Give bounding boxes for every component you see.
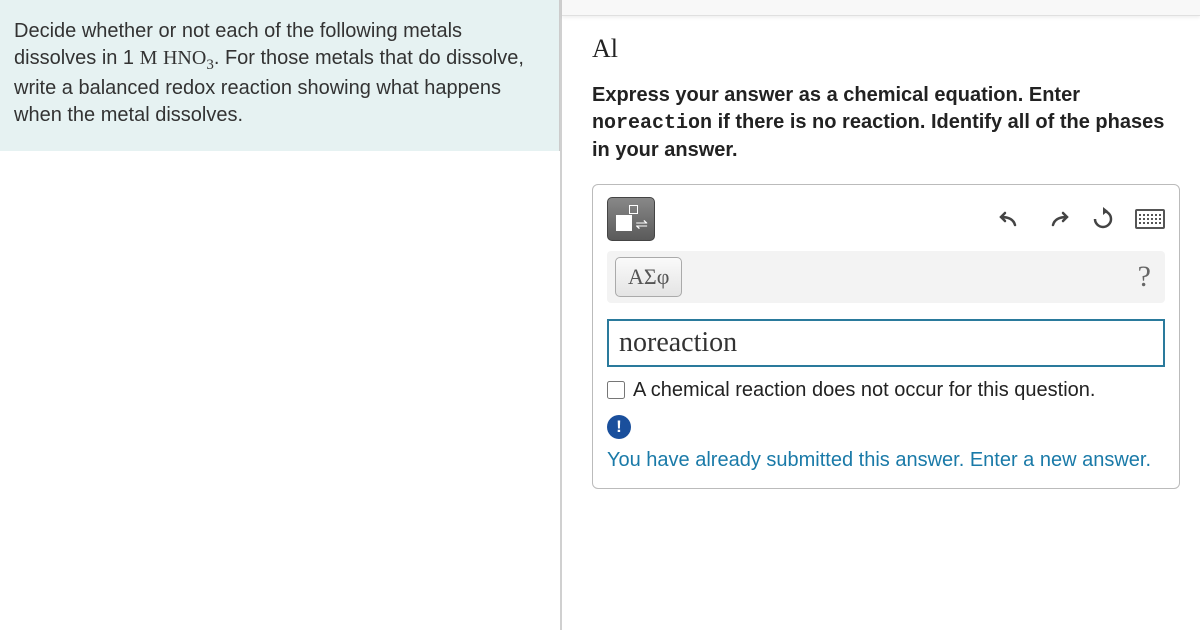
formula-m: M xyxy=(140,47,158,69)
undo-button[interactable] xyxy=(997,205,1025,233)
equation-editor: ⇌ ΑΣφ ? xyxy=(592,184,1180,489)
help-button[interactable]: ? xyxy=(1138,260,1157,294)
instr-mono: noreaction xyxy=(592,112,712,135)
formula-sub: 3 xyxy=(206,57,214,73)
reset-button[interactable] xyxy=(1089,205,1117,233)
answer-input[interactable] xyxy=(607,319,1165,367)
no-reaction-row: A chemical reaction does not occur for t… xyxy=(607,377,1165,403)
template-icon: ⇌ xyxy=(616,205,646,233)
toolbar-row-2: ΑΣφ ? xyxy=(607,251,1165,303)
instr-1: Express your answer as a chemical equati… xyxy=(592,84,1080,106)
greek-symbols-button[interactable]: ΑΣφ xyxy=(615,257,682,297)
alert-mark: ! xyxy=(616,417,622,437)
keyboard-button[interactable] xyxy=(1135,209,1165,229)
feedback-message: You have already submitted this answer. … xyxy=(607,447,1165,474)
question-panel: Decide whether or not each of the follow… xyxy=(0,0,560,630)
top-shadow xyxy=(562,0,1200,16)
answer-panel: Al Express your answer as a chemical equ… xyxy=(562,0,1200,630)
no-reaction-label: A chemical reaction does not occur for t… xyxy=(633,377,1095,403)
instructions: Express your answer as a chemical equati… xyxy=(592,82,1180,164)
undo-icon xyxy=(999,209,1023,229)
template-button[interactable]: ⇌ xyxy=(607,197,655,241)
no-reaction-checkbox[interactable] xyxy=(607,381,625,399)
redo-button[interactable] xyxy=(1043,205,1071,233)
formula-hno: HNO xyxy=(163,47,206,69)
redo-icon xyxy=(1045,209,1069,229)
question-text: Decide whether or not each of the follow… xyxy=(0,0,560,151)
part-label: Al xyxy=(592,34,1180,64)
alert-icon: ! xyxy=(607,415,631,439)
reset-icon xyxy=(1091,207,1115,231)
toolbar-row-1: ⇌ xyxy=(607,197,1165,241)
